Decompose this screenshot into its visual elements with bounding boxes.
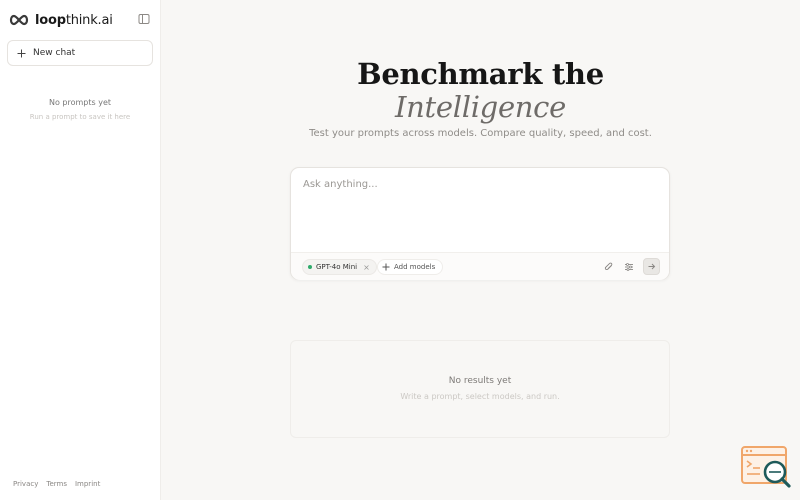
sidebar: loopthink.ai New chat No prompts yet Run… [0, 0, 161, 500]
sliders-icon [625, 263, 633, 271]
add-models-label: Add models [394, 263, 436, 271]
settings-button[interactable] [622, 260, 636, 274]
hero-subtitle: Intelligence [395, 90, 566, 124]
privacy-link[interactable]: Privacy [13, 480, 38, 488]
attach-button[interactable] [602, 260, 616, 274]
results-empty-hint: Write a prompt, select models, and run. [400, 392, 560, 401]
paperclip-icon [604, 262, 613, 271]
composer-toolbar: GPT-4o Mini × Add models [291, 252, 669, 280]
prompt-composer: GPT-4o Mini × Add models [290, 167, 670, 280]
remove-model-icon[interactable]: × [363, 263, 370, 272]
infinity-logo-icon [9, 14, 29, 26]
hero-title: Benchmark the [357, 57, 604, 91]
brand[interactable]: loopthink.ai [8, 11, 113, 29]
plus-icon [17, 49, 26, 57]
main-content: Benchmark the Intelligence Test your pro… [161, 0, 800, 500]
plus-icon [382, 263, 390, 271]
brand-name: loopthink.ai [35, 12, 113, 28]
sidebar-footer: Privacy Terms Imprint [13, 480, 100, 488]
hero-description: Test your prompts across models. Compare… [309, 128, 652, 139]
prompt-input[interactable] [303, 179, 658, 247]
terms-link[interactable]: Terms [46, 480, 67, 488]
imprint-link[interactable]: Imprint [75, 480, 100, 488]
app-root: loopthink.ai New chat No prompts yet Run… [0, 0, 800, 500]
prompts-empty-state: No prompts yet Run a prompt to save it h… [0, 98, 160, 121]
arrow-right-icon [648, 263, 656, 270]
model-chip-gpt-4o-mini[interactable]: GPT-4o Mini × [302, 259, 377, 275]
new-chat-label: New chat [33, 48, 76, 58]
prompts-empty-title: No prompts yet [48, 98, 112, 107]
search-window-icon[interactable] [740, 445, 792, 489]
results-empty-title: No results yet [448, 376, 512, 386]
results-panel: No results yet Write a prompt, select mo… [290, 340, 670, 438]
model-status-dot [308, 265, 312, 269]
model-chip-label: GPT-4o Mini [316, 263, 358, 271]
send-button[interactable] [643, 258, 660, 275]
prompts-empty-hint: Run a prompt to save it here [29, 113, 131, 121]
new-chat-button[interactable]: New chat [7, 40, 153, 66]
add-models-button[interactable]: Add models [377, 259, 444, 275]
sidebar-toggle-icon[interactable] [138, 13, 150, 25]
